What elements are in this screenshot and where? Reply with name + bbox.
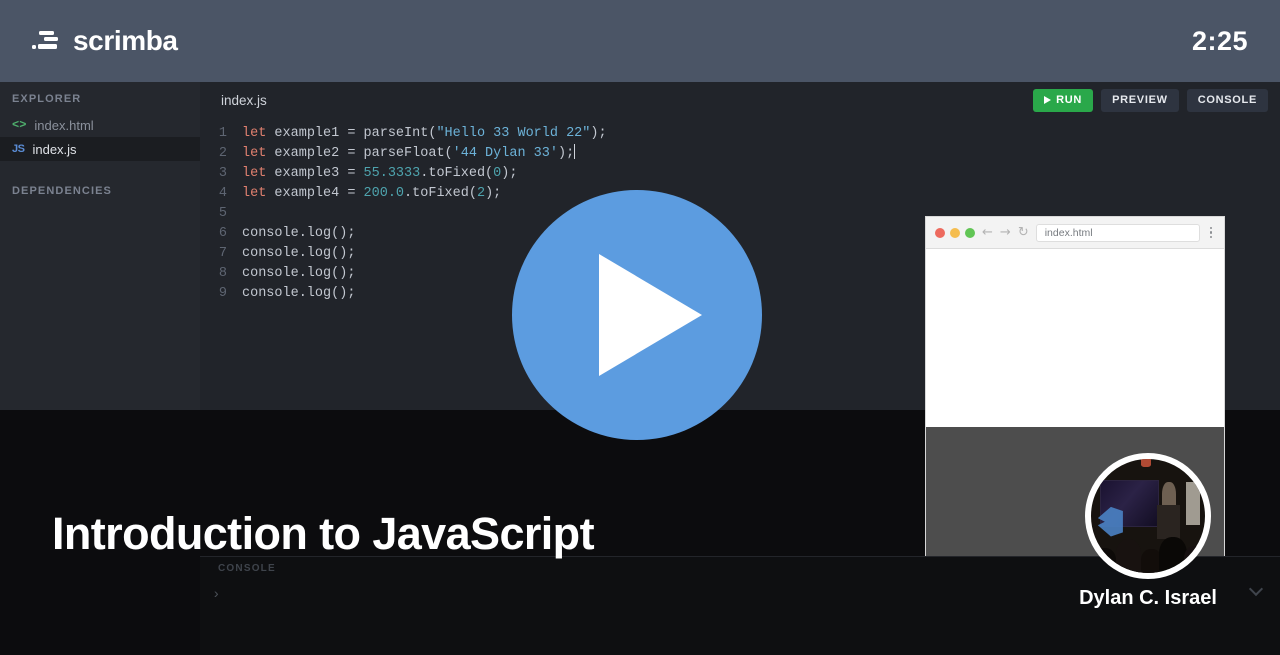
line-number: 3 [218,166,227,181]
kebab-menu-icon[interactable] [1207,226,1216,239]
reload-icon[interactable]: ↻ [1018,226,1029,239]
play-icon [1044,96,1052,104]
html-code-icon: <> [12,118,27,132]
line-number: 9 [218,286,227,301]
line-number: 7 [218,246,227,261]
top-bar: scrimba 2:25 [0,0,1280,82]
video-title: Introduction to JavaScript [52,508,595,559]
code-text: let example1 = parseInt("Hello 33 World … [242,126,607,141]
code-text: let example3 = 55.3333.toFixed(0); [242,166,518,181]
presenter-avatar [1085,453,1211,579]
line-number: 8 [218,266,227,281]
code-text: let example2 = parseFloat('44 Dylan 33')… [242,144,576,161]
sidebar-item-label: index.js [32,141,77,157]
dependencies-header: DEPENDENCIES [12,185,112,197]
back-icon[interactable]: ← [982,226,993,239]
line-number: 4 [218,186,227,201]
maximize-window-icon[interactable] [965,227,975,238]
scrimba-brand[interactable]: scrimba [32,25,178,57]
run-button[interactable]: RUN [1033,88,1094,112]
preview-button[interactable]: PREVIEW [1101,88,1179,112]
code-text: console.log(); [242,226,356,241]
browser-page-content [926,249,1224,427]
console-prompt-icon[interactable]: › [212,587,220,603]
run-button-label: RUN [1056,94,1083,106]
code-line: 1 let example1 = parseInt("Hello 33 World… [200,124,1280,144]
editor-tab-bar: index.js RUN PREVIEW CONSOLE [200,82,1280,118]
console-panel-label: CONSOLE [218,563,276,574]
play-triangle [598,254,702,376]
editor-action-buttons: RUN PREVIEW CONSOLE [1033,88,1268,112]
code-text: let example4 = 200.0.toFixed(2); [242,186,502,201]
traffic-lights [935,227,975,238]
timer-display: 2:25 [1191,25,1248,56]
console-button[interactable]: CONSOLE [1186,88,1268,112]
code-line: 2 let example2 = parseFloat('44 Dylan 33'… [200,144,1280,164]
sidebar-item-label: index.html [34,117,94,133]
line-number: 5 [218,206,227,221]
line-number: 1 [218,126,227,141]
forward-icon[interactable]: → [1000,226,1011,239]
line-number: 2 [218,146,227,161]
code-text: console.log(); [242,286,356,301]
avatar-photo [1091,459,1205,573]
line-number: 6 [218,226,227,241]
explorer-header: EXPLORER [12,93,82,105]
code-line: 3 let example3 = 55.3333.toFixed(0); [200,164,1280,184]
address-bar-value: index.html [1044,226,1093,239]
tab-index-js[interactable]: index.js [221,93,267,108]
play-button-icon[interactable] [512,190,762,440]
close-window-icon[interactable] [935,227,945,238]
file-explorer-sidebar: EXPLORER <> index.html JS index.js DEPEN… [0,82,200,410]
js-file-icon: JS [12,143,25,155]
address-bar[interactable]: index.html [1035,223,1200,242]
presenter-name: Dylan C. Israel [1079,587,1217,609]
code-line: 4 let example4 = 200.0.toFixed(2); [200,184,1280,204]
sidebar-item-index-js[interactable]: JS index.js [0,137,200,161]
code-text: console.log(); [242,266,356,281]
brand-name: scrimba [73,25,178,56]
code-text: console.log(); [242,246,356,261]
sidebar-item-index-html[interactable]: <> index.html [0,113,200,137]
scrimba-speedlines-icon [32,30,62,52]
scrimba-player-screenshot: scrimba 2:25 EXPLORER <> index.html JS i… [0,0,1280,655]
minimize-window-icon[interactable] [950,227,960,238]
browser-chrome-bar: ← → ↻ index.html [926,217,1224,249]
